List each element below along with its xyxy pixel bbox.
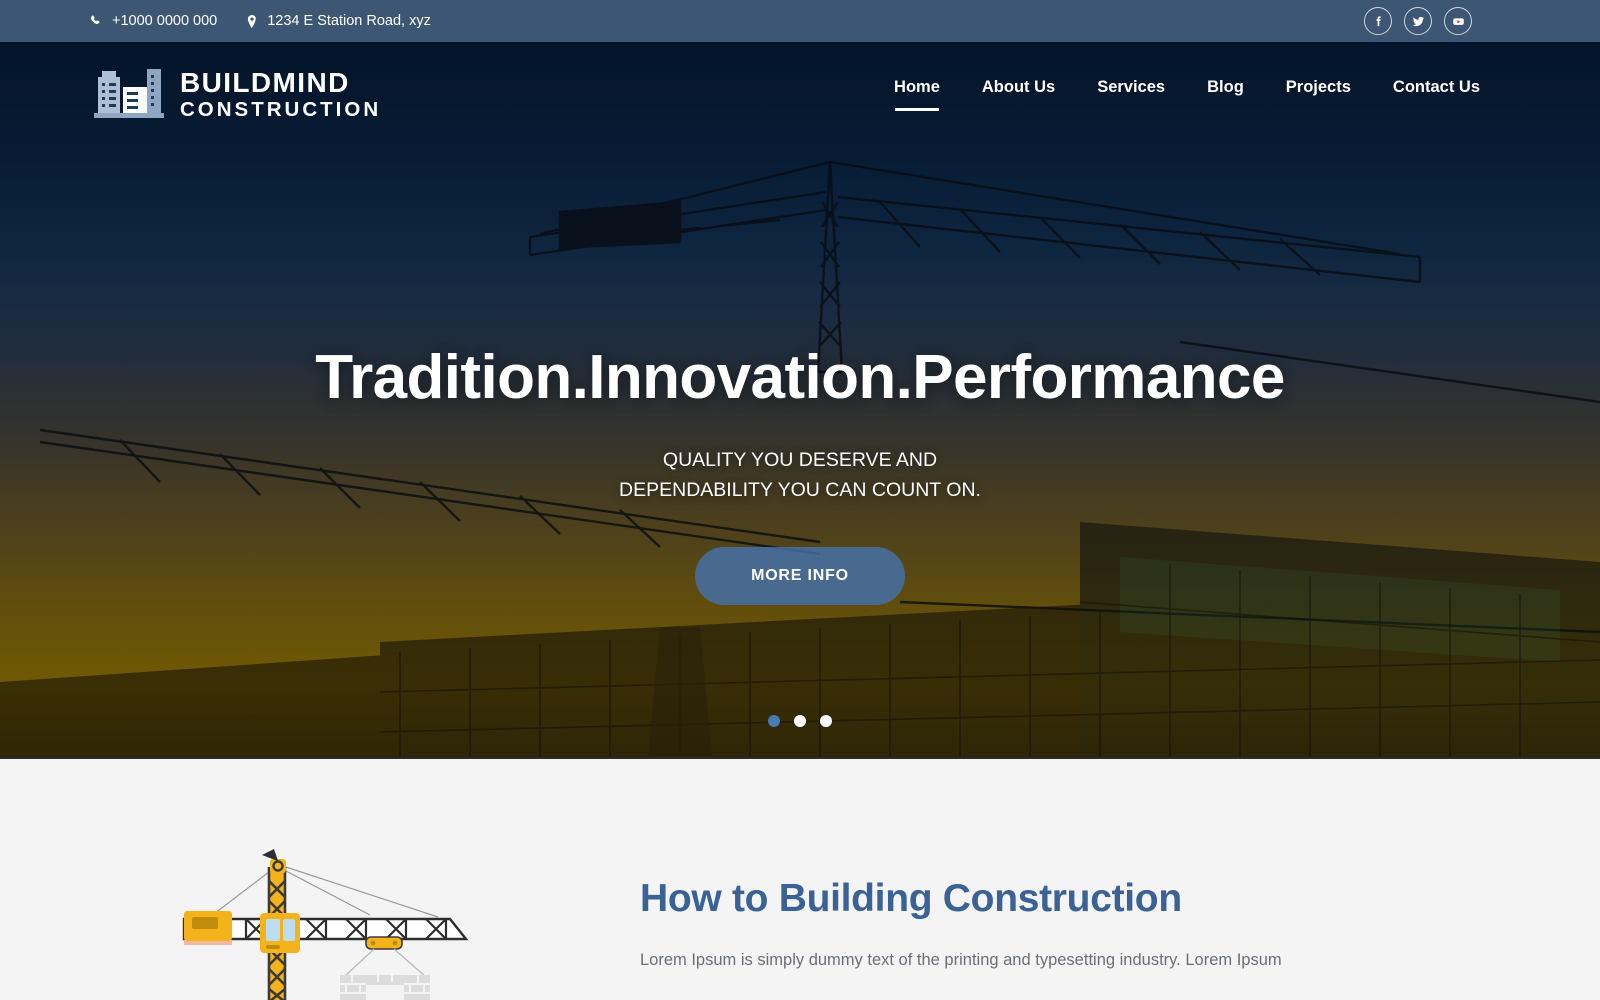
about-illustration-wrap [0, 759, 640, 1000]
hero-subtitle-line2: DEPENDABILITY YOU CAN COUNT ON. [619, 479, 981, 502]
twitter-icon[interactable] [1404, 7, 1432, 35]
hero-carousel: BUILDMIND CONSTRUCTION Home About Us Ser… [0, 42, 1600, 757]
hero-subtitle: QUALITY YOU DESERVE AND DEPENDABILITY YO… [0, 445, 1600, 505]
buildings-icon [92, 63, 166, 126]
carousel-dot-2[interactable] [794, 715, 806, 727]
about-paragraph: Lorem Ipsum is simply dummy text of the … [640, 951, 1282, 969]
about-section: How to Building Construction Lorem Ipsum… [0, 757, 1600, 1000]
more-info-button[interactable]: MORE INFO [695, 547, 905, 606]
about-heading: How to Building Construction [640, 877, 1182, 920]
nav-item-projects[interactable]: Projects [1286, 78, 1351, 111]
nav-item-services[interactable]: Services [1097, 78, 1165, 111]
carousel-indicators [0, 715, 1600, 727]
nav-item-about-us[interactable]: About Us [982, 78, 1055, 111]
topbar-address[interactable]: 1234 E Station Road, xyz [245, 13, 431, 29]
logo-wordmark: BUILDMIND CONSTRUCTION [180, 66, 382, 121]
main-navigation: Home About Us Services Blog Projects Con… [894, 78, 1480, 111]
nav-item-home[interactable]: Home [894, 78, 940, 111]
nav-item-blog[interactable]: Blog [1207, 78, 1244, 111]
site-header: BUILDMIND CONSTRUCTION Home About Us Ser… [0, 42, 1600, 147]
topbar-address-label: 1234 E Station Road, xyz [267, 13, 431, 29]
topbar-contact-group: +1000 0000 000 1234 E Station Road, xyz [90, 13, 431, 29]
hero-subtitle-line1: QUALITY YOU DESERVE AND [662, 449, 938, 471]
logo-line1: BUILDMIND [180, 66, 350, 98]
top-contact-bar: +1000 0000 000 1234 E Station Road, xyz [0, 0, 1600, 42]
carousel-dot-3[interactable] [820, 715, 832, 727]
topbar-phone-label: +1000 0000 000 [112, 13, 218, 29]
topbar-phone[interactable]: +1000 0000 000 [90, 13, 217, 29]
logo-line2: CONSTRUCTION [180, 97, 382, 121]
site-logo[interactable]: BUILDMIND CONSTRUCTION [92, 63, 381, 126]
map-pin-icon [245, 14, 259, 29]
social-links [1364, 7, 1472, 35]
hero-title: Tradition.Innovation.Performance [315, 343, 1285, 412]
about-text-block: How to Building Construction Lorem Ipsum… [640, 759, 1600, 973]
hero-content: Tradition.Innovation.Performance QUALITY… [0, 342, 1600, 606]
phone-icon [90, 14, 104, 29]
nav-item-contact-us[interactable]: Contact Us [1393, 78, 1480, 111]
carousel-dot-1[interactable] [768, 715, 780, 727]
youtube-icon[interactable] [1444, 7, 1472, 35]
facebook-icon[interactable] [1364, 7, 1392, 35]
tower-crane-illustration [182, 849, 469, 1000]
